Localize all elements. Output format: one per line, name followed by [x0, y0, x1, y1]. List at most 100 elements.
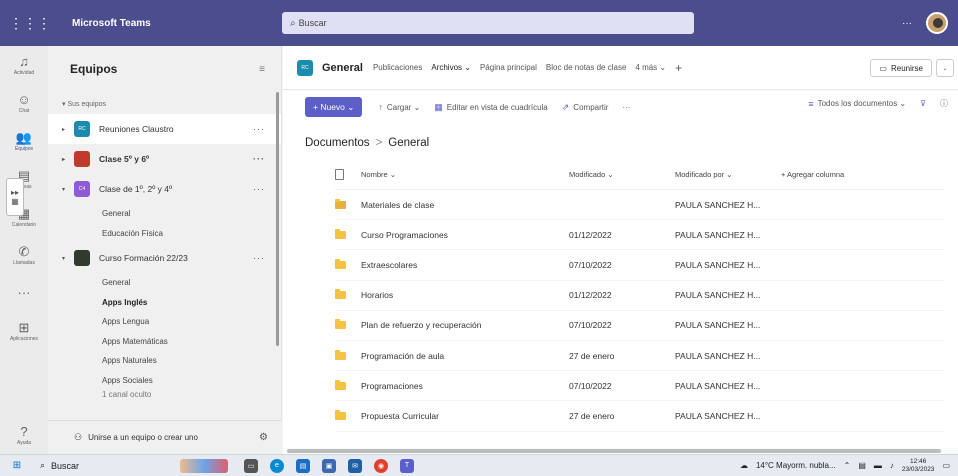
tab-item[interactable]: Bloc de notas de clase — [546, 63, 627, 72]
floating-toolbar-handle[interactable]: ▸▸ ▦ — [6, 178, 24, 216]
grid-edit-button[interactable]: ▦ Editar en vista de cuadrícula — [434, 102, 547, 113]
rail-item-aplicaciones[interactable]: ⊞ Aplicaciones — [0, 312, 48, 350]
file-name[interactable]: Horarios — [357, 290, 569, 300]
breadcrumb-root[interactable]: Documentos — [305, 137, 370, 149]
file-name[interactable]: Propuesta Curricular — [357, 411, 569, 421]
rail-label: Llamadas — [13, 259, 35, 266]
filter-icon[interactable]: ⊽ — [920, 99, 926, 108]
file-name[interactable]: Programaciones — [357, 381, 569, 391]
more-options-icon[interactable]: ··· — [253, 154, 265, 164]
chevron-right-icon[interactable]: ▸ — [62, 126, 74, 133]
more-options-icon[interactable]: ··· — [253, 124, 265, 134]
gear-icon[interactable]: ⚙ — [259, 432, 268, 443]
notifications-icon[interactable]: ▭ — [942, 461, 950, 470]
table-row[interactable]: Extraescolares 07/10/2022 PAULA SANCHEZ H.… — [335, 250, 945, 281]
toolbar-more-button[interactable]: ··· — [622, 103, 630, 112]
team-item[interactable]: ▸ Clase 5º y 6º ··· — [48, 144, 281, 174]
tray-chevron-icon[interactable]: ⌃ — [844, 461, 851, 470]
more-options-icon[interactable]: ··· — [253, 253, 265, 263]
column-modified[interactable]: Modificado ⌄ — [569, 170, 675, 179]
table-row[interactable]: Plan de refuerzo y recuperación 07/10/202… — [335, 311, 945, 341]
upload-button[interactable]: ↑ Cargar ⌄ — [378, 102, 420, 112]
channel-item[interactable]: General — [48, 204, 281, 224]
share-button[interactable]: ⇗ Compartir — [562, 102, 609, 113]
task-view-icon[interactable]: ▭ — [244, 458, 258, 473]
rail-item-actividad[interactable]: ♫ Actividad — [0, 46, 48, 84]
file-type-icon — [335, 169, 344, 180]
channel-item[interactable]: Apps Lengua — [48, 312, 281, 332]
add-column-button[interactable]: + Agregar columna — [781, 170, 901, 179]
file-name[interactable]: Extraescolares — [357, 260, 569, 270]
windows-start-icon[interactable]: ⊞ — [6, 460, 28, 471]
channel-item[interactable]: Apps Sociales — [48, 371, 281, 391]
file-explorer-icon[interactable]: ▤ — [296, 458, 310, 473]
column-name[interactable]: Nombre ⌄ — [357, 170, 569, 179]
chevron-down-icon[interactable]: ▾ — [62, 186, 74, 193]
help-icon: ? — [20, 423, 28, 439]
teams-taskbar-icon[interactable]: T — [400, 458, 414, 473]
channel-item[interactable]: Apps Matemáticas — [48, 332, 281, 352]
search-input[interactable]: ⌕ Buscar — [282, 12, 694, 34]
teams-scrollbar[interactable] — [276, 92, 279, 346]
channel-item[interactable]: 1 canal oculto — [48, 390, 281, 400]
app-rail: ♫Actividad☺Chat👥Equipos▤Tareas▦Calendari… — [0, 46, 48, 454]
team-item[interactable]: ▾ Curso Formación 22/23 ··· — [48, 243, 281, 273]
meet-label: Reunirse — [890, 63, 923, 73]
battery-icon[interactable]: ▬ — [874, 461, 882, 470]
taskbar-search[interactable]: ⌕ Buscar — [40, 460, 180, 471]
team-item[interactable]: ▸ RC Reuniones Claustro ··· — [48, 114, 281, 144]
filter-icon[interactable]: ≡ — [259, 64, 265, 75]
edge-icon[interactable]: e — [270, 458, 284, 473]
file-name[interactable]: Programación de aula — [357, 351, 569, 361]
channel-item[interactable]: Apps Inglés — [48, 293, 281, 313]
rail-item-llamadas[interactable]: ✆ Llamadas — [0, 236, 48, 274]
channel-item[interactable]: Apps Naturales — [48, 351, 281, 371]
rail-item-more[interactable]: ··· — [0, 274, 48, 312]
info-icon[interactable]: ⓘ — [940, 98, 948, 109]
search-highlight-image — [180, 458, 228, 473]
tab-item[interactable]: Archivos ⌄ — [431, 63, 471, 72]
volume-icon[interactable]: ♪ — [890, 461, 894, 470]
settings-more-icon[interactable]: ··· — [902, 18, 912, 29]
new-button[interactable]: + Nuevo ⌄ — [305, 97, 363, 117]
chevron-down-icon[interactable]: ▾ — [62, 255, 74, 262]
store-icon[interactable]: ▣ — [322, 458, 336, 473]
meet-button[interactable]: ▭ Reunirse — [870, 59, 932, 77]
app-launcher-icon[interactable]: ⋮⋮⋮ — [0, 0, 60, 46]
view-selector[interactable]: ≡ Todos los documentos ⌄ — [808, 99, 906, 109]
channel-item[interactable]: Educación Física — [48, 224, 281, 244]
team-item[interactable]: ▾ C4 Clase de 1º, 2º y 4º ··· — [48, 174, 281, 204]
rail-item-equipos[interactable]: 👥 Equipos — [0, 122, 48, 160]
llamadas-icon: ✆ — [18, 243, 30, 259]
clock[interactable]: 12:46 23/03/2023 — [902, 458, 935, 474]
table-row[interactable]: Curso Programaciones 01/12/2022 PAULA SANC… — [335, 220, 945, 251]
column-modified-by[interactable]: Modificado por ⌄ — [675, 170, 781, 179]
tab-item[interactable]: Publicaciones — [373, 63, 422, 72]
table-row[interactable]: Programación de aula 27 de enero PAULA SAN… — [335, 341, 945, 372]
table-row[interactable]: Materiales de clase PAULA SANCHEZ H... — [335, 190, 945, 221]
files-table: Nombre ⌄ Modificado ⌄ Modificado por ⌄ +… — [335, 160, 945, 432]
breadcrumb-current: General — [388, 137, 430, 149]
file-name[interactable]: Plan de refuerzo y recuperación — [357, 320, 569, 330]
table-row[interactable]: Programaciones 07/10/2022 PAULA SANCHEZ H.… — [335, 371, 945, 402]
more-options-icon[interactable]: ··· — [253, 184, 265, 194]
tab-item[interactable]: Página principal — [480, 63, 537, 72]
meet-dropdown[interactable]: ⌄ — [936, 59, 954, 77]
rail-item-help[interactable]: ? Ayuda — [0, 416, 48, 454]
tab-item[interactable]: 4 más ⌄ — [635, 63, 666, 72]
mail-icon[interactable]: ✉ — [348, 458, 362, 473]
chevron-right-icon[interactable]: ▸ — [62, 156, 74, 163]
chrome-icon[interactable]: ◉ — [374, 458, 388, 473]
network-icon[interactable]: ▤ — [858, 461, 866, 470]
section-label[interactable]: ▾ Sus equipos — [48, 100, 281, 114]
weather-text[interactable]: 14°C Mayorm. nubla... — [756, 461, 836, 470]
table-row[interactable]: Propuesta Curricular 27 de enero PAULA SAN… — [335, 401, 945, 432]
file-name[interactable]: Materiales de clase — [357, 200, 569, 210]
join-create-team[interactable]: ⚇ Unirse a un equipo o crear uno ⚙ — [48, 420, 282, 454]
rail-item-chat[interactable]: ☺ Chat — [0, 84, 48, 122]
channel-item[interactable]: General — [48, 273, 281, 293]
table-row[interactable]: Horarios 01/12/2022 PAULA SANCHEZ H... — [335, 281, 945, 311]
add-tab-button[interactable]: + — [675, 61, 682, 75]
file-name[interactable]: Curso Programaciones — [357, 230, 569, 240]
avatar[interactable] — [926, 12, 948, 34]
